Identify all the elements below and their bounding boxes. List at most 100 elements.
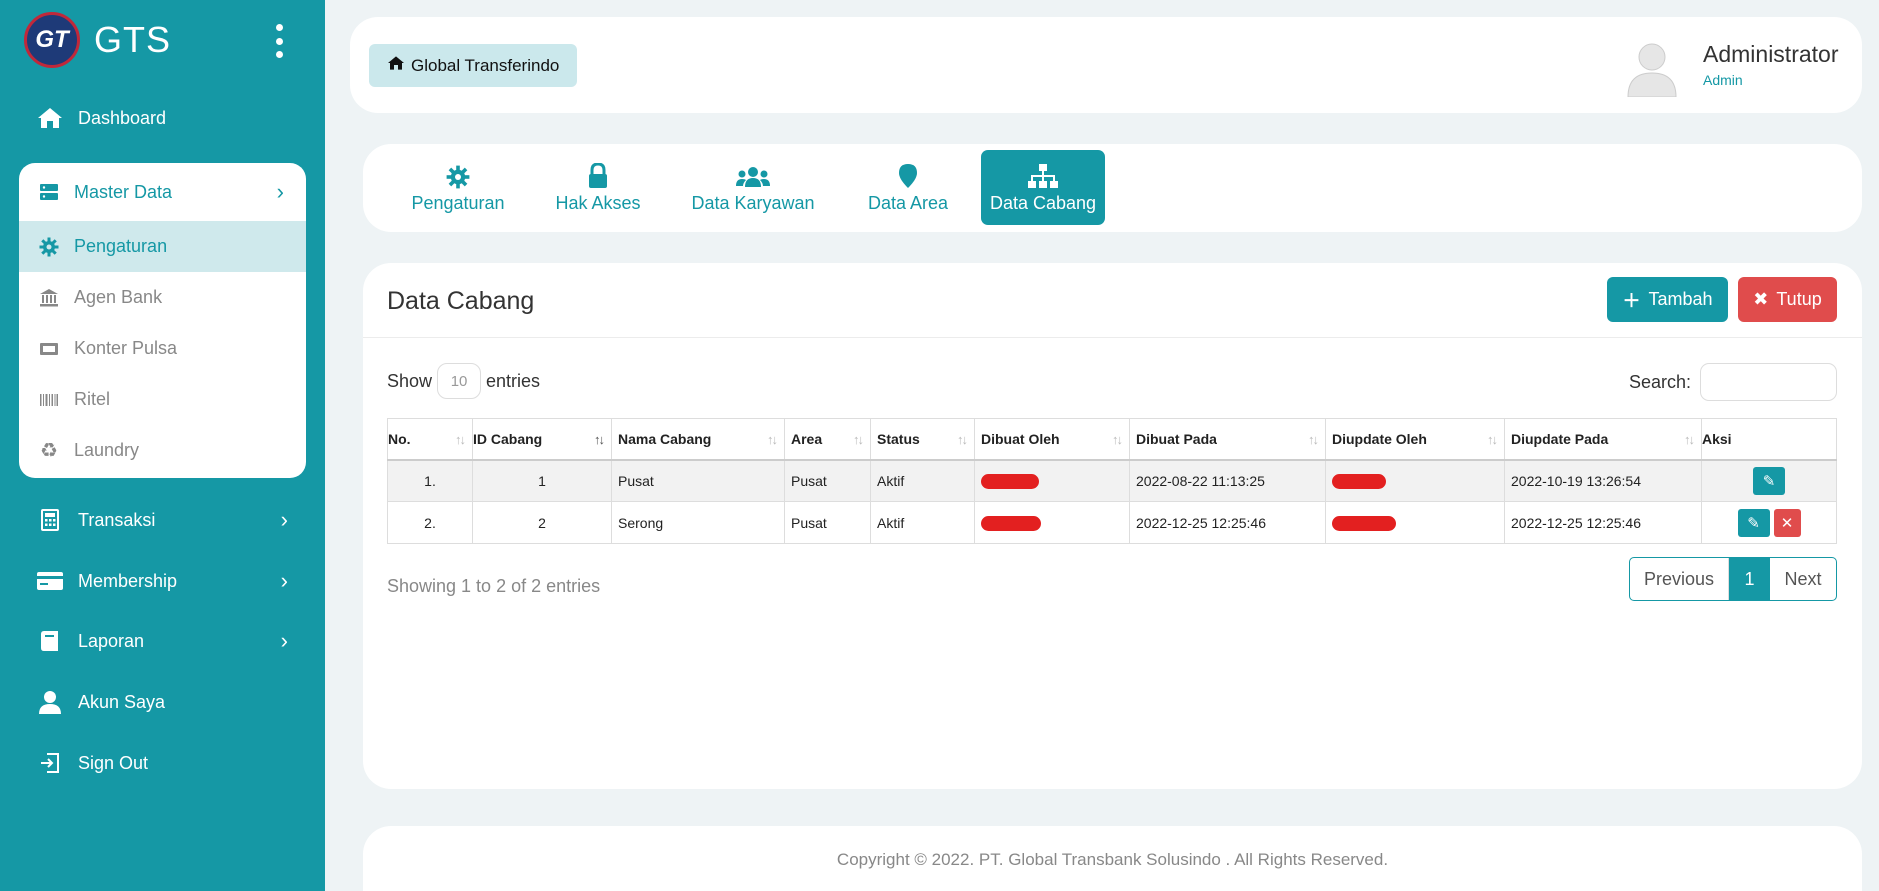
sidebar-item-label: Laporan (78, 630, 145, 651)
data-table: No. ↑↓ ID Cabang ↑↓ Nama Cabang ↑↓ Area ↑↓ S… (387, 418, 1837, 544)
chevron-right-icon: › (280, 507, 288, 532)
brand[interactable]: GT GTS (24, 12, 171, 68)
cell-no: 1. (387, 459, 473, 502)
add-button-label: Tambah (1648, 289, 1713, 309)
sidebar-menu-toggle-icon[interactable] (274, 24, 284, 58)
show-label: Show (387, 370, 433, 391)
search-input[interactable] (1700, 363, 1838, 401)
sidebar-item-master-data[interactable]: Master Data › (19, 163, 306, 221)
column-header-id-cabang[interactable]: ID Cabang ↑↓ (472, 418, 612, 461)
topbar: Global Transferindo Administrator Admin (350, 17, 1862, 113)
submenu-item-pengaturan[interactable]: Pengaturan (19, 221, 306, 272)
bank-icon (38, 287, 60, 309)
cell-dibuat-oleh (974, 459, 1130, 502)
page-length-select[interactable]: 10 (437, 363, 482, 399)
edit-icon: ✎ (1762, 472, 1776, 490)
redaction-mark (1332, 474, 1386, 490)
submenu-item-label: Pengaturan (74, 236, 168, 256)
close-button-label: Tutup (1776, 289, 1822, 309)
redaction-mark (1332, 515, 1396, 531)
page-title: Data Cabang (387, 287, 535, 315)
column-header-diupdate-pada[interactable]: Diupdate Pada ↑↓ (1504, 418, 1702, 461)
calculator-icon (36, 508, 64, 532)
brand-name: GTS (94, 19, 172, 60)
tab-label: Data Area (867, 193, 949, 213)
home-label: Global Transferindo (411, 55, 560, 75)
lock-icon (587, 161, 609, 189)
submenu-item-label: Laundry (74, 440, 140, 460)
sidebar-item-transaksi[interactable]: Transaksi › (36, 507, 288, 532)
close-icon: ✖ (1753, 289, 1769, 309)
plus-icon: ＋ (1622, 290, 1641, 311)
tab-data-cabang[interactable]: Data Cabang (981, 150, 1105, 225)
table-header-row: No. ↑↓ ID Cabang ↑↓ Nama Cabang ↑↓ Area ↑↓ S… (387, 418, 1837, 461)
submenu-item-laundry[interactable]: ♻ Laundry (19, 425, 306, 476)
map-pin-icon (898, 161, 918, 189)
footer: Copyright © 2022. PT. Global Transbank S… (363, 826, 1862, 891)
chevron-right-icon: › (280, 568, 288, 593)
close-button[interactable]: ✖ Tutup (1738, 277, 1837, 322)
tab-label: Data Karyawan (691, 193, 815, 213)
users-icon (736, 161, 770, 189)
data-cabang-panel: Data Cabang ＋ Tambah ✖ Tutup Show 10 ent… (363, 263, 1862, 789)
submenu-item-konter-pulsa[interactable]: Konter Pulsa (19, 323, 306, 374)
cell-aksi: ✎ ✕ (1701, 501, 1837, 544)
column-header-dibuat-pada[interactable]: Dibuat Pada ↑↓ (1129, 418, 1326, 461)
cell-diupdate-pada: 2022-10-19 13:26:54 (1504, 459, 1702, 502)
delete-button[interactable]: ✕ (1773, 508, 1801, 537)
column-header-nama-cabang[interactable]: Nama Cabang ↑↓ (611, 418, 785, 461)
cell-diupdate-oleh (1325, 459, 1505, 502)
pagination: Previous 1 Next (1629, 557, 1837, 601)
column-header-area[interactable]: Area ↑↓ (784, 418, 871, 461)
user-icon (36, 690, 64, 714)
recycle-icon: ♻ (40, 440, 58, 462)
tab-pengaturan[interactable]: Pengaturan (403, 150, 513, 225)
submenu-item-label: Ritel (74, 389, 111, 409)
sidebar-item-label: Sign Out (78, 752, 149, 773)
column-header-dibuat-oleh[interactable]: Dibuat Oleh ↑↓ (974, 418, 1130, 461)
add-button[interactable]: ＋ Tambah (1607, 277, 1728, 322)
tab-data-area[interactable]: Data Area (858, 150, 958, 225)
chevron-right-icon: › (280, 628, 288, 653)
cell-no: 2. (387, 501, 473, 544)
home-breadcrumb-button[interactable]: Global Transferindo (369, 44, 578, 87)
table-info: Showing 1 to 2 of 2 entries (387, 576, 601, 596)
sidebar-item-label: Membership (78, 570, 178, 591)
cell-dibuat-oleh (974, 501, 1130, 544)
column-header-status[interactable]: Status ↑↓ (870, 418, 975, 461)
avatar[interactable] (1624, 37, 1680, 98)
sidebar-item-label: Transaksi (78, 509, 156, 530)
gts-logo: GT (24, 12, 80, 68)
submenu-item-agen-bank[interactable]: Agen Bank (19, 272, 306, 323)
sidebar-item-membership[interactable]: Membership › (36, 568, 288, 593)
column-header-no[interactable]: No. ↑↓ (387, 418, 473, 461)
home-icon (36, 106, 64, 130)
sidebar-item-label: Master Data (74, 181, 173, 202)
sidebar-item-dashboard[interactable]: Dashboard (36, 106, 286, 130)
tab-hak-akses[interactable]: Hak Akses (548, 150, 648, 225)
page-1-button[interactable]: 1 (1729, 558, 1770, 600)
cell-status: Aktif (870, 459, 975, 502)
submenu-item-label: Konter Pulsa (74, 338, 178, 358)
sidebar-item-akun-saya[interactable]: Akun Saya (36, 690, 286, 714)
barcode-icon (38, 389, 60, 411)
previous-page-button[interactable]: Previous (1630, 558, 1729, 600)
tab-label: Data Cabang (989, 193, 1097, 213)
column-header-diupdate-oleh[interactable]: Diupdate Oleh ↑↓ (1325, 418, 1505, 461)
cell-diupdate-pada: 2022-12-25 12:25:46 (1504, 501, 1702, 544)
sidebar-item-sign-out[interactable]: Sign Out (36, 751, 286, 775)
chevron-right-icon: › (276, 179, 284, 204)
sidebar-item-laporan[interactable]: Laporan › (36, 628, 288, 653)
cell-dibuat-pada: 2022-12-25 12:25:46 (1129, 501, 1326, 544)
page-length-control: Show 10 entries (387, 363, 540, 399)
edit-button[interactable]: ✎ (1737, 508, 1770, 537)
next-page-button[interactable]: Next (1770, 558, 1836, 600)
tab-label: Hak Akses (555, 193, 641, 213)
submenu-item-ritel[interactable]: Ritel (19, 374, 306, 425)
divider (363, 337, 1862, 338)
sidebar: GT GTS Dashboard Master Data › Pengatura… (0, 0, 325, 891)
search-label: Search: (1629, 371, 1692, 392)
edit-button[interactable]: ✎ (1753, 466, 1785, 495)
tab-data-karyawan[interactable]: Data Karyawan (683, 150, 823, 225)
table-row: 2. 2 Serong Pusat Aktif 2022-12-25 12:25… (387, 501, 1837, 544)
